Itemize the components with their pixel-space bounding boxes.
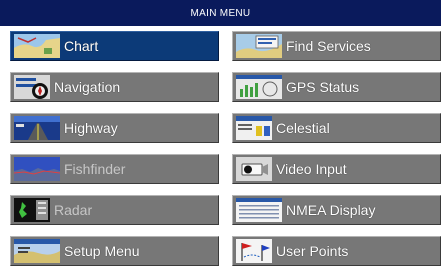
- menu-item-label: Chart: [64, 38, 99, 54]
- menu-item-label: Celestial: [276, 120, 330, 136]
- user-points-icon: [236, 239, 272, 263]
- menu-item-highway[interactable]: Highway: [10, 113, 219, 143]
- menu-item-nmea-display[interactable]: NMEA Display: [232, 195, 441, 225]
- setup-menu-icon: [14, 239, 60, 263]
- highway-icon: [14, 116, 60, 140]
- menu-title: MAIN MENU: [190, 7, 251, 19]
- fishfinder-icon: [14, 157, 60, 181]
- menu-item-label: Navigation: [54, 79, 121, 95]
- menu-item-label: Fishfinder: [64, 161, 126, 177]
- menu-item-user-points[interactable]: User Points: [232, 236, 441, 266]
- menu-item-label: Highway: [64, 120, 118, 136]
- gps-status-icon: [236, 75, 282, 99]
- menu-item-navigation[interactable]: Navigation: [10, 72, 219, 102]
- radar-icon: [14, 198, 50, 222]
- menu-item-gps-status[interactable]: GPS Status: [232, 72, 441, 102]
- video-input-icon: [236, 157, 272, 181]
- menu-item-radar[interactable]: Radar: [10, 195, 219, 225]
- menu-item-label: User Points: [276, 243, 349, 259]
- menu-item-label: NMEA Display: [286, 202, 376, 218]
- nmea-display-icon: [236, 198, 282, 222]
- title-bar: MAIN MENU: [0, 0, 441, 26]
- menu-item-chart[interactable]: Chart: [10, 31, 219, 61]
- navigation-icon: [14, 75, 50, 99]
- menu-item-setup-menu[interactable]: Setup Menu: [10, 236, 219, 266]
- menu-item-label: Setup Menu: [64, 243, 140, 259]
- find-services-icon: [236, 34, 282, 58]
- chart-icon: [14, 34, 60, 58]
- menu-item-label: GPS Status: [286, 79, 360, 95]
- menu-item-fishfinder[interactable]: Fishfinder: [10, 154, 219, 184]
- menu-item-find-services[interactable]: Find Services: [232, 31, 441, 61]
- menu-item-video-input[interactable]: Video Input: [232, 154, 441, 184]
- menu-item-label: Video Input: [276, 161, 347, 177]
- menu-item-label: Radar: [54, 202, 93, 218]
- celestial-icon: [236, 116, 272, 140]
- menu-item-celestial[interactable]: Celestial: [232, 113, 441, 143]
- menu-item-label: Find Services: [286, 38, 371, 54]
